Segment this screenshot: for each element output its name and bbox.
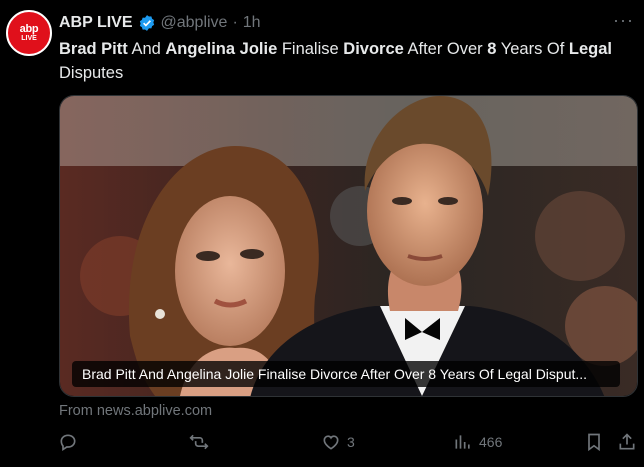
verified-badge-icon[interactable] (138, 14, 156, 32)
like-icon (323, 435, 339, 450)
views-icon (455, 435, 470, 449)
post-text-segment: Brad Pitt (59, 40, 128, 58)
post-text-segment: Disputes (59, 64, 124, 82)
photo-illustration (60, 96, 637, 396)
views-button[interactable]: 466 (453, 432, 502, 452)
link-source[interactable]: From news.abplive.com (59, 403, 212, 419)
post-text-segment: Divorce (343, 40, 404, 58)
post-text: Brad Pitt And Angelina Jolie Finalise Di… (59, 37, 619, 85)
post-header: ABP LIVE @abplive · 1h (59, 13, 261, 33)
post-time[interactable]: 1h (243, 14, 261, 32)
repost-icon (189, 434, 209, 450)
reply-button[interactable] (58, 432, 84, 452)
author-handle[interactable]: @abplive (161, 14, 228, 32)
views-count: 466 (479, 434, 503, 450)
bookmark-button[interactable] (584, 432, 604, 452)
link-card-caption[interactable]: Brad Pitt And Angelina Jolie Finalise Di… (72, 361, 620, 387)
separator-dot: · (232, 14, 238, 31)
avatar-logo-text: abp (19, 22, 39, 35)
post-text-segment: Finalise (277, 40, 344, 58)
post-text-segment: And (127, 40, 166, 58)
share-icon (619, 433, 635, 450)
post-text-segment: After Over (403, 40, 488, 58)
like-button[interactable]: 3 (321, 432, 355, 452)
post-text-segment: Legal (568, 40, 613, 58)
post-text-segment: Years Of (496, 40, 569, 58)
bookmark-icon (588, 433, 600, 452)
like-count: 3 (347, 434, 355, 450)
avatar[interactable]: abp LIVE (6, 10, 52, 56)
author-name[interactable]: ABP LIVE (59, 14, 133, 32)
share-button[interactable] (617, 432, 637, 452)
link-card-image[interactable] (59, 95, 638, 397)
repost-button[interactable] (189, 432, 215, 452)
action-bar: 3 466 (56, 432, 636, 456)
post-text-segment: Angelina Jolie (165, 40, 278, 58)
reply-icon (60, 434, 76, 452)
avatar-logo-subtext: LIVE (21, 34, 37, 42)
more-icon[interactable]: ··· (613, 11, 634, 29)
